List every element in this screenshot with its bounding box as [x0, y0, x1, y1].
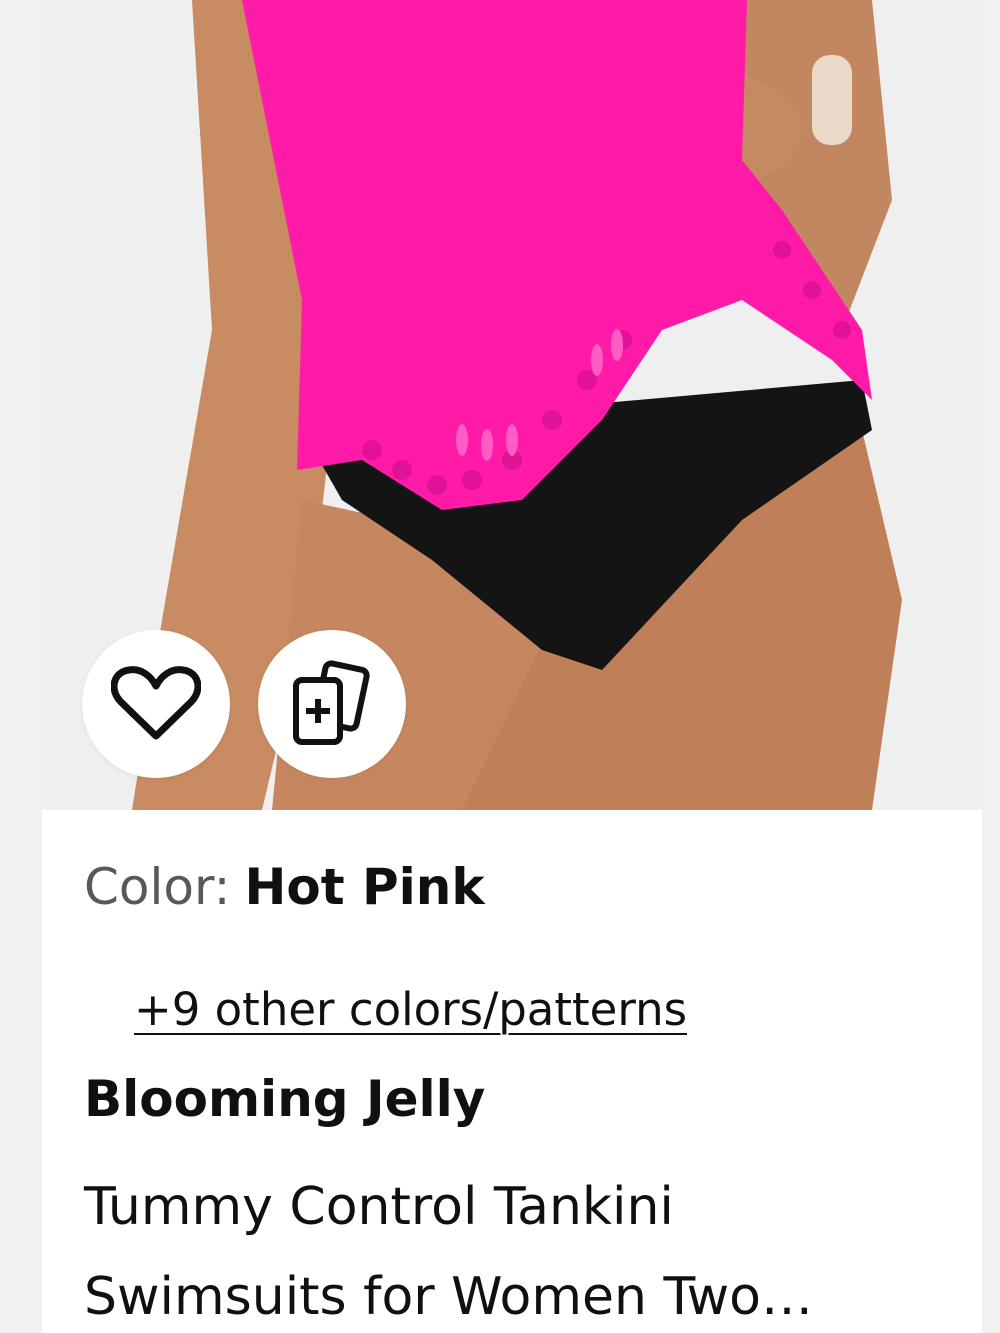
brand-name[interactable]: Blooming Jelly	[84, 1070, 485, 1128]
product-title-line-1: Tummy Control Tankini	[84, 1177, 674, 1237]
product-image[interactable]	[42, 0, 982, 810]
wishlist-button[interactable]	[82, 630, 230, 778]
heart-icon	[111, 666, 201, 740]
add-to-collection-button[interactable]	[258, 630, 406, 778]
color-selection: Color: Hot Pink	[84, 858, 485, 916]
cards-plus-icon	[293, 660, 370, 745]
color-label: Color:	[84, 858, 231, 916]
color-value: Hot Pink	[244, 858, 485, 916]
product-card: Color: Hot Pink +9 other colors/patterns …	[42, 0, 982, 1333]
product-title[interactable]: Tummy Control Tankini Swimsuits for Wome…	[84, 1162, 964, 1333]
other-colors-link[interactable]: +9 other colors/patterns	[134, 983, 687, 1036]
product-title-line-2: Swimsuits for Women Two…	[84, 1267, 813, 1327]
